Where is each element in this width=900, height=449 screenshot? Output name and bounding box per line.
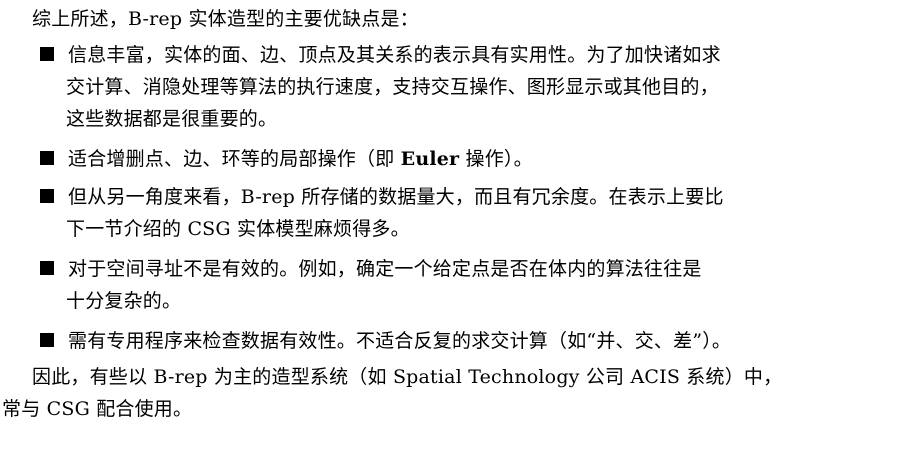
bullet-4-line-1: 对于空间寻址不是有效的。例如，确定一个给定点是否在体内的算法往往是 — [68, 258, 702, 280]
bullet-square-icon — [40, 151, 54, 165]
bullet-square-icon — [40, 189, 54, 203]
bullet-4-line-2: 十分复杂的。 — [66, 290, 182, 312]
bullet-square-icon — [40, 47, 54, 61]
bullet-1-line-1: 信息丰富，实体的面、边、顶点及其关系的表示具有实用性。为了加快诸如求 — [68, 44, 721, 66]
bullet-1-line-2: 交计算、消隐处理等算法的执行速度，支持交互操作、图形显示或其他目的， — [66, 76, 719, 98]
bullet-2-bold-term: Euler — [400, 148, 460, 170]
document-page: 综上所述，B-rep 实体造型的主要优缺点是： 信息丰富，实体的面、边、顶点及其… — [0, 0, 900, 449]
bullet-square-icon — [40, 333, 54, 347]
intro-paragraph: 综上所述，B-rep 实体造型的主要优缺点是： — [32, 8, 419, 30]
conclusion-line-2: 常与 CSG 配合使用。 — [2, 398, 193, 420]
bullet-3-line-1: 但从另一角度来看，B-rep 所存储的数据量大，而且有冗余度。在表示上要比 — [68, 186, 724, 208]
bullet-1-line-3: 这些数据都是很重要的。 — [66, 108, 278, 130]
bullet-item-3: 但从另一角度来看，B-rep 所存储的数据量大，而且有冗余度。在表示上要比 — [40, 186, 724, 208]
bullet-item-5: 需有专用程序来检查数据有效性。不适合反复的求交计算（如“并、交、差”）。 — [40, 330, 731, 352]
bullet-square-icon — [40, 261, 54, 275]
bullet-3-line-2: 下一节介绍的 CSG 实体模型麻烦得多。 — [66, 218, 410, 240]
bullet-2-before: 适合增删点、边、环等的局部操作（即 — [68, 148, 401, 170]
bullet-item-4: 对于空间寻址不是有效的。例如，确定一个给定点是否在体内的算法往往是 — [40, 258, 702, 280]
bullet-2-after: 操作）。 — [459, 148, 533, 170]
bullet-item-1: 信息丰富，实体的面、边、顶点及其关系的表示具有实用性。为了加快诸如求 — [40, 44, 721, 66]
conclusion-line-1: 因此，有些以 B-rep 为主的造型系统（如 Spatial Technolog… — [32, 366, 783, 388]
bullet-item-2: 适合增删点、边、环等的局部操作（即 Euler 操作）。 — [40, 148, 533, 170]
bullet-5-line-1: 需有专用程序来检查数据有效性。不适合反复的求交计算（如“并、交、差”）。 — [68, 330, 732, 352]
